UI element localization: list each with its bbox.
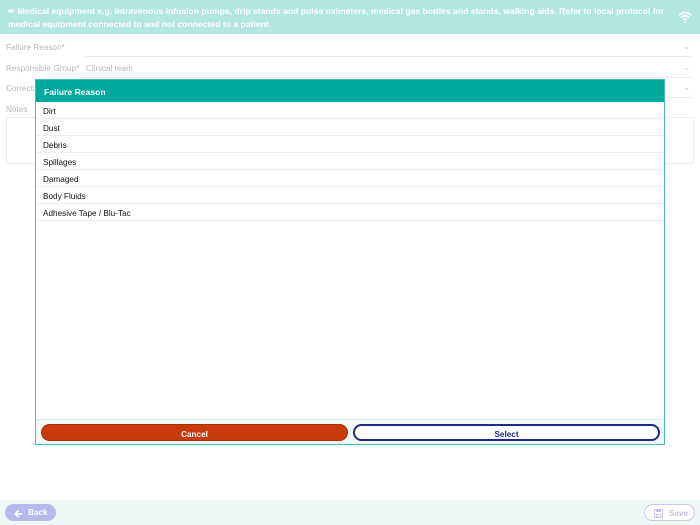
chevron-down-icon: ⌄: [683, 42, 690, 51]
failure-reason-dropdown[interactable]: ⌄: [82, 37, 694, 57]
save-label: Save: [669, 509, 689, 518]
option-debris[interactable]: Debris: [36, 136, 664, 153]
responsible-group-value: Clinical team: [86, 64, 133, 73]
option-spillages[interactable]: Spillages: [36, 153, 664, 170]
failure-reason-picker: Failure Reason Dirt Dust Debris Spillage…: [35, 79, 665, 445]
info-banner: ✏︎ Medical equipment e.g. intravenous in…: [0, 0, 700, 34]
option-dust[interactable]: Dust: [36, 119, 664, 136]
save-disk-icon: [654, 509, 663, 518]
banner-message: Medical equipment e.g. intravenous infus…: [8, 6, 665, 29]
responsible-group-row: Responsible Group* Clinical team ⌄: [0, 58, 700, 78]
notes-label: Notes: [6, 105, 28, 114]
option-adhesive-tape[interactable]: Adhesive Tape / Blu-Tac: [36, 204, 664, 221]
option-body-fluids[interactable]: Body Fluids: [36, 187, 664, 204]
picker-header: Failure Reason: [36, 80, 664, 102]
responsible-group-label: Responsible Group*: [6, 64, 80, 73]
corrective-label: Correcti: [6, 84, 35, 93]
option-damaged[interactable]: Damaged: [36, 170, 664, 187]
picker-footer: Cancel Select: [36, 419, 664, 444]
picker-title: Failure Reason: [44, 87, 106, 97]
bottom-toolbar: 🡰 Back Save: [0, 500, 700, 525]
responsible-group-dropdown[interactable]: Clinical team ⌄: [82, 58, 694, 78]
chevron-down-icon: ⌄: [683, 63, 690, 72]
wifi-icon: [678, 11, 692, 23]
failure-reason-row: Failure Reason* ⌄: [0, 37, 700, 57]
banner-text: ✏︎ Medical equipment e.g. intravenous in…: [8, 5, 672, 31]
back-button[interactable]: 🡰 Back: [5, 504, 56, 521]
cancel-button[interactable]: Cancel: [41, 424, 348, 441]
failure-reason-label: Failure Reason*: [6, 43, 65, 52]
save-button[interactable]: Save: [644, 504, 695, 521]
chevron-down-icon: ⌄: [683, 83, 690, 92]
options-list: Dirt Dust Debris Spillages Damaged Body …: [36, 102, 664, 221]
arrow-left-icon: 🡰: [14, 509, 23, 520]
option-dirt[interactable]: Dirt: [36, 102, 664, 119]
info-icon: ✏︎: [8, 6, 16, 16]
select-button[interactable]: Select: [353, 424, 660, 441]
back-label: Back: [28, 508, 48, 517]
